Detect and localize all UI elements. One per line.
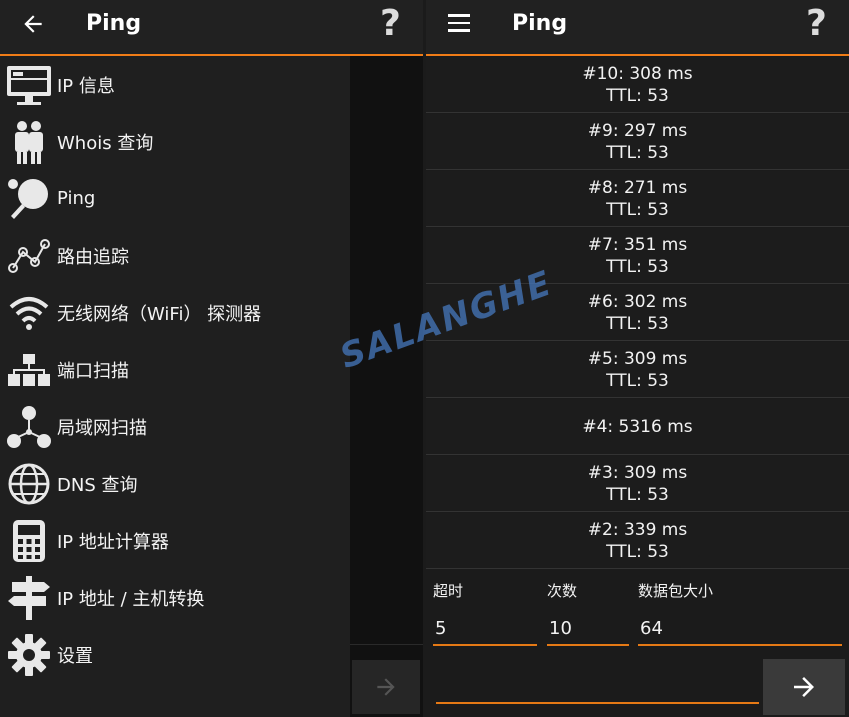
people-icon <box>0 113 57 170</box>
ping-time: #8: 271 ms <box>587 177 688 198</box>
ping-time: #4: 5316 ms <box>582 416 693 437</box>
ping-time: #6: 302 ms <box>587 291 688 312</box>
host-input[interactable] <box>436 702 759 704</box>
ping-pong-icon <box>0 170 57 227</box>
drawer-item-label: Whois 查询 <box>57 132 154 154</box>
lan-icon <box>0 398 57 455</box>
drawer-item-label: 端口扫描 <box>57 360 129 382</box>
drawer-item-whois[interactable]: Whois 查询 <box>0 113 350 170</box>
signpost-icon <box>0 569 57 626</box>
go-button[interactable] <box>763 659 845 715</box>
list-item: #2: 339 ms TTL: 53 <box>426 513 849 569</box>
ping-ttl: TTL: 53 <box>606 313 669 334</box>
globe-icon <box>0 455 57 512</box>
dimmed-go-button <box>352 660 420 714</box>
wifi-icon <box>0 284 57 341</box>
arrow-right-icon <box>794 677 814 697</box>
packet-size-label: 数据包大小 <box>638 582 714 600</box>
right-app-bar-divider <box>426 54 849 56</box>
ping-ttl: TTL: 53 <box>606 142 669 163</box>
help-icon[interactable]: ? <box>806 4 827 44</box>
network-icon <box>0 341 57 398</box>
drawer-item-ip-info[interactable]: IP 信息 <box>0 56 350 113</box>
ping-time: #9: 297 ms <box>587 120 688 141</box>
drawer-item-label: 路由追踪 <box>57 246 129 268</box>
count-underline <box>547 644 629 646</box>
drawer-item-ip-calculator[interactable]: IP 地址计算器 <box>0 512 350 569</box>
timeout-label: 超时 <box>433 582 464 600</box>
scrim-divider <box>350 644 423 645</box>
timeout-input[interactable]: 5 <box>435 618 446 639</box>
ping-ttl: TTL: 53 <box>606 541 669 562</box>
calculator-icon <box>0 512 57 569</box>
drawer-item-dns[interactable]: DNS 查询 <box>0 455 350 512</box>
right-app-bar: Ping ? <box>426 0 849 55</box>
list-item: #3: 309 ms TTL: 53 <box>426 456 849 512</box>
drawer-item-label: IP 地址 / 主机转换 <box>57 588 205 610</box>
ping-time: #3: 309 ms <box>587 462 688 483</box>
navigation-drawer: IP 信息 Whois 查询 Ping 路由追踪 无线网络（WiFi） 探测器 … <box>0 56 350 717</box>
drawer-item-lan-scan[interactable]: 局域网扫描 <box>0 398 350 455</box>
ping-ttl: TTL: 53 <box>606 85 669 106</box>
gear-icon <box>0 626 57 683</box>
list-item: #10: 308 ms TTL: 53 <box>426 57 849 113</box>
ping-time: #7: 351 ms <box>587 234 688 255</box>
packet-size-input[interactable]: 64 <box>640 618 663 639</box>
route-icon <box>0 227 57 284</box>
drawer-item-label: 设置 <box>57 645 93 667</box>
right-page-title: Ping <box>512 11 568 36</box>
drawer-item-port-scan[interactable]: 端口扫描 <box>0 341 350 398</box>
drawer-item-label: 无线网络（WiFi） 探测器 <box>57 303 262 325</box>
count-input[interactable]: 10 <box>549 618 572 639</box>
help-icon[interactable]: ? <box>380 4 401 44</box>
list-item: #9: 297 ms TTL: 53 <box>426 114 849 170</box>
ping-time: #10: 308 ms <box>582 63 693 84</box>
ping-ttl: TTL: 53 <box>606 256 669 277</box>
drawer-item-label: IP 信息 <box>57 75 115 97</box>
left-page-title: Ping <box>86 11 142 36</box>
list-item: #7: 351 ms TTL: 53 <box>426 228 849 284</box>
arrow-right-icon <box>377 678 395 696</box>
back-arrow-icon[interactable] <box>20 11 46 37</box>
drawer-item-ping[interactable]: Ping <box>0 170 350 227</box>
hamburger-menu-icon[interactable] <box>448 14 470 32</box>
left-app-bar: Ping ? <box>0 0 423 55</box>
drawer-item-wifi[interactable]: 无线网络（WiFi） 探测器 <box>0 284 350 341</box>
packet-size-underline <box>638 644 842 646</box>
ping-ttl: TTL: 53 <box>606 484 669 505</box>
list-item: #8: 271 ms TTL: 53 <box>426 171 849 227</box>
ping-time: #2: 339 ms <box>587 519 688 540</box>
list-item: #5: 309 ms TTL: 53 <box>426 342 849 398</box>
right-panel: Ping ? #10: 308 ms TTL: 53 #9: 297 ms TTL:… <box>426 0 849 717</box>
ping-ttl: TTL: 53 <box>606 199 669 220</box>
list-item: #4: 5316 ms <box>426 399 849 455</box>
ping-time: #5: 309 ms <box>587 348 688 369</box>
drawer-item-label: IP 地址计算器 <box>57 531 169 553</box>
drawer-item-traceroute[interactable]: 路由追踪 <box>0 227 350 284</box>
drawer-item-label: DNS 查询 <box>57 474 138 496</box>
timeout-underline <box>433 644 537 646</box>
drawer-item-label: Ping <box>57 188 96 209</box>
count-label: 次数 <box>547 582 578 600</box>
drawer-item-label: 局域网扫描 <box>57 417 147 439</box>
monitor-icon <box>0 56 57 113</box>
ping-ttl: TTL: 53 <box>606 370 669 391</box>
drawer-item-ip-host-convert[interactable]: IP 地址 / 主机转换 <box>0 569 350 626</box>
drawer-item-settings[interactable]: 设置 <box>0 626 350 683</box>
drawer-scrim[interactable] <box>350 56 423 717</box>
